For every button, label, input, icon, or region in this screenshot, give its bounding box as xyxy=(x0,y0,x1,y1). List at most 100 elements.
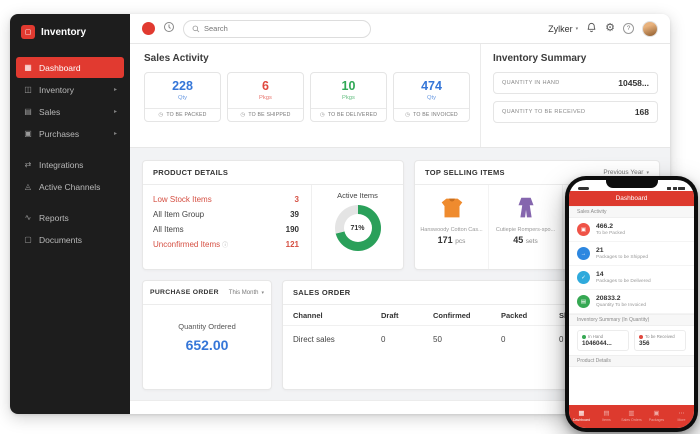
sidebar-item-label: Purchases xyxy=(39,129,79,139)
in-hand-value: 1046044... xyxy=(582,340,624,347)
shipped-icon: → xyxy=(577,247,590,260)
stat-card-to-be-packed[interactable]: 228 Qty ◷ TO BE PACKED xyxy=(144,72,221,122)
card-title: PRODUCT DETAILS xyxy=(153,168,228,177)
phone-summary-boxes: In Hand 1046044... To be Received 356 xyxy=(569,326,694,355)
all-items-row[interactable]: All Items 190 xyxy=(153,225,299,234)
stat-unit: Qty xyxy=(427,95,436,101)
phone-activity-row: ✓ 14 Packages to be Delivered xyxy=(569,266,694,290)
dashboard-icon: ▦ xyxy=(23,63,33,72)
settings-gear-icon[interactable]: ⚙ xyxy=(605,23,615,34)
sidebar-item-label: Integrations xyxy=(39,160,83,170)
stat-top: 474 Qty xyxy=(394,73,469,108)
card-header: PURCHASE ORDER This Month ▾ xyxy=(143,281,271,305)
row-label: All Items xyxy=(153,225,184,234)
sidebar-item-documents[interactable]: ▢ Documents xyxy=(16,229,124,250)
stat-label-text: TO BE INVOICED xyxy=(413,112,458,118)
unconfirmed-items-row[interactable]: Unconfirmed Itemsⓘ 121 xyxy=(153,240,299,249)
delivered-icon: ✓ xyxy=(577,271,590,284)
notifications-bell-icon[interactable] xyxy=(586,20,597,38)
sidebar-item-reports[interactable]: ∿ Reports xyxy=(16,207,124,228)
row-label: Unconfirmed Itemsⓘ xyxy=(153,240,228,249)
stat-top: 228 Qty xyxy=(145,73,220,108)
sidebar-item-inventory[interactable]: ◫ Inventory ▸ xyxy=(16,79,124,100)
product-name: Hanswoody Cotton Cas... xyxy=(420,227,482,233)
packed-icon: ▣ xyxy=(577,223,590,236)
cell-packed: 0 xyxy=(501,335,559,344)
stat-card-to-be-invoiced[interactable]: 474 Qty ◷ TO BE INVOICED xyxy=(393,72,470,122)
sidebar-item-label: Sales xyxy=(39,107,60,117)
stat-label-text: TO BE SHIPPED xyxy=(248,112,290,118)
quantity-ordered-label: Quantity Ordered xyxy=(143,322,271,331)
recent-history-icon[interactable] xyxy=(163,20,175,38)
low-stock-row[interactable]: Low Stock Items 3 xyxy=(153,195,299,204)
phone-row-text: 466.2 To be Packed xyxy=(596,223,625,237)
stat-card-to-be-shipped[interactable]: 6 Pkgs ◷ TO BE SHIPPED xyxy=(227,72,304,122)
stat-value: 474 xyxy=(421,80,442,94)
phone-activity-row: ▣ 466.2 To be Packed xyxy=(569,218,694,242)
active-items-donut: 71% xyxy=(335,205,381,251)
chevron-down-icon: ▾ xyxy=(646,170,649,176)
phone-row-label: To be Packed xyxy=(596,231,625,236)
stat-value: 6 xyxy=(262,80,269,94)
phone-row-label: Packages to be Delivered xyxy=(596,279,651,284)
sidebar-item-purchases[interactable]: ▣ Purchases ▸ xyxy=(16,123,124,144)
in-hand-box: In Hand 1046044... xyxy=(577,330,629,351)
stat-card-to-be-delivered[interactable]: 10 Pkgs ◷ TO BE DELIVERED xyxy=(310,72,387,122)
product-name: Cutiepie Rompers-spo... xyxy=(496,227,555,233)
stat-label-text: TO BE PACKED xyxy=(166,112,206,118)
chevron-right-icon: ▸ xyxy=(114,108,117,115)
phone-section-product-details: Product Details xyxy=(569,355,694,367)
card-title: TOP SELLING ITEMS xyxy=(425,168,505,177)
top-selling-item[interactable]: Hanswoody Cotton Cas... 171 pcs xyxy=(415,185,489,269)
phone-page-title: Dashboard xyxy=(616,195,648,202)
product-qty: 171 pcs xyxy=(438,235,466,245)
inventory-icon: ◫ xyxy=(23,85,33,94)
top-selling-item[interactable]: Cutiepie Rompers-spo... 45 sets xyxy=(489,185,563,269)
user-avatar[interactable] xyxy=(642,21,658,37)
inventory-summary-value: 10458... xyxy=(618,78,649,88)
stat-unit: Pkgs xyxy=(342,95,355,101)
phone-nav-sales-orders: ▥ Sales Orders xyxy=(619,411,644,423)
purchase-order-body: Quantity Ordered 652.00 xyxy=(143,305,271,353)
help-icon[interactable]: ? xyxy=(623,23,634,34)
col-draft: Draft xyxy=(381,311,433,320)
sidebar-item-dashboard[interactable]: ▦ Dashboard xyxy=(16,57,124,78)
stat-label: ◷ TO BE SHIPPED xyxy=(228,108,303,121)
phone-app-bar: Dashboard xyxy=(569,191,694,206)
dashboard-icon: ▦ xyxy=(578,411,584,418)
clock-status-icon: ◷ xyxy=(320,112,325,118)
phone-nav-packages: ▣ Packages xyxy=(644,411,669,423)
phone-row-text: 20833.2 Quantity To be Invoiced xyxy=(596,295,646,309)
period-filter-dropdown[interactable]: Previous Year ▾ xyxy=(603,169,649,176)
row-value: 121 xyxy=(286,240,299,249)
all-item-group-row[interactable]: All Item Group 39 xyxy=(153,210,299,219)
phone-nav-label: More xyxy=(678,418,686,422)
battery-icon xyxy=(678,187,685,190)
search-input[interactable] xyxy=(204,24,362,33)
row-label: All Item Group xyxy=(153,210,204,219)
sidebar-item-sales[interactable]: ▤ Sales ▸ xyxy=(16,101,124,122)
top-summary-strip: Sales Activity 228 Qty ◷ TO BE PACKED xyxy=(130,44,670,148)
sales-activity-section: Sales Activity 228 Qty ◷ TO BE PACKED xyxy=(130,44,480,147)
search-icon xyxy=(192,20,200,38)
search-box[interactable] xyxy=(183,20,371,38)
cell-draft: 0 xyxy=(381,335,433,344)
active-items-label: Active Items xyxy=(337,191,378,200)
phone-bottom-nav: ▦ Dashboard ▤ Items ▥ Sales Orders ▣ Pac… xyxy=(569,405,694,428)
sidebar-item-integrations[interactable]: ⇄ Integrations xyxy=(16,154,124,175)
sidebar-menu: ▦ Dashboard ◫ Inventory ▸ ▤ Sales ▸ ▣ Pu… xyxy=(10,50,130,251)
org-name: Zylker xyxy=(548,24,573,34)
topbar: Zylker ▾ ⚙ ? xyxy=(130,14,670,44)
product-details-card: PRODUCT DETAILS Low Stock Items 3 All It… xyxy=(142,160,404,270)
phone-nav-label: Dashboard xyxy=(573,418,590,422)
signal-icon xyxy=(667,187,671,190)
stat-label: ◷ TO BE INVOICED xyxy=(394,108,469,121)
sidebar-item-active-channels[interactable]: ◬ Active Channels xyxy=(16,176,124,197)
quick-create-button[interactable] xyxy=(142,22,155,35)
green-dot-icon xyxy=(582,335,586,339)
inventory-summary-row: QUANTITY IN HAND 10458... xyxy=(493,72,658,94)
period-filter-dropdown[interactable]: This Month ▾ xyxy=(229,290,264,296)
sidebar-item-label: Dashboard xyxy=(39,63,81,73)
org-switcher[interactable]: Zylker ▾ xyxy=(548,24,578,34)
card-header: PRODUCT DETAILS xyxy=(143,161,403,185)
